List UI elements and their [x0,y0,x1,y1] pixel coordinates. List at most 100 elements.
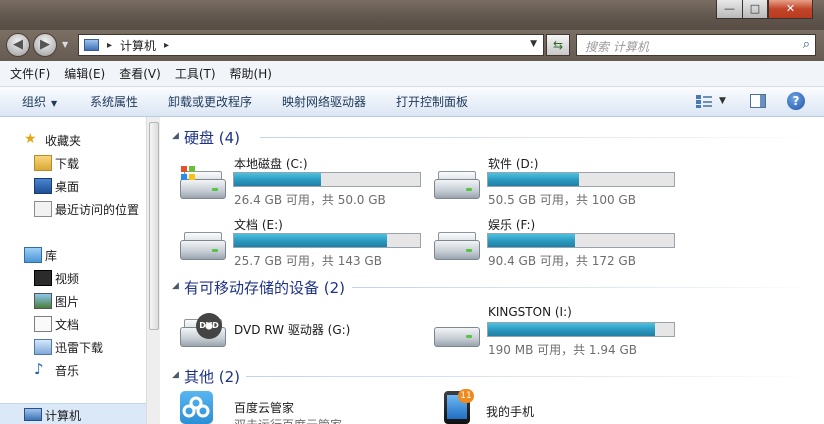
drive-item-d[interactable]: 软件 (D:) 50.5 GB 可用，共 100 GB [432,155,682,207]
video-icon [34,270,52,286]
navigation-pane: ★ 收藏夹 下载 桌面 最近访问的位置 库 视频 图片 文档 迅雷下载 ♪ 音乐… [0,117,146,424]
open-control-panel-button[interactable]: 打开控制面板 [396,87,468,117]
group-title-removable[interactable]: 有可移动存储的设备 (2) [184,277,345,298]
removable-drive-icon [432,317,480,355]
usage-bar [487,172,675,187]
sidebar-item-thunder-downloads[interactable]: 迅雷下载 [0,336,146,358]
drive-item-c[interactable]: 本地磁盘 (C:) 26.4 GB 可用，共 50.0 GB [178,155,421,207]
menu-edit[interactable]: 编辑(E) [64,65,105,82]
uninstall-program-button[interactable]: 卸载或更改程序 [168,87,252,117]
dvd-drive-icon: DVD [178,313,226,351]
star-icon: ★ [24,131,37,147]
sidebar-label: 文档 [55,318,80,332]
baidu-cloud-icon [180,391,213,424]
sidebar-item-music[interactable]: ♪ 音乐 [0,359,146,381]
sidebar-favorites[interactable]: ★ 收藏夹 [0,129,146,151]
drive-name: 软件 (D:) [488,157,539,171]
menu-file[interactable]: 文件(F) [10,65,50,82]
sidebar-label: 视频 [55,272,80,286]
view-options-icon[interactable] [696,95,712,108]
notification-badge: 11 [458,389,474,403]
sidebar-item-recent[interactable]: 最近访问的位置 [0,198,146,220]
breadcrumb-computer[interactable]: 计算机 [120,37,156,54]
collapse-icon[interactable]: ◢ [172,131,179,141]
breadcrumb-separator[interactable]: ▸ [107,40,112,51]
collapse-icon[interactable]: ◢ [172,370,179,380]
minimize-button[interactable]: — [716,0,743,19]
back-button[interactable]: ◀ [6,33,30,57]
maximize-button[interactable]: □ [742,0,768,19]
drive-name: 文档 (E:) [234,218,283,232]
drive-free-space: 25.7 GB 可用，共 143 GB [234,254,382,268]
sidebar-item-videos[interactable]: 视频 [0,267,146,289]
nav-pane-scrollbar[interactable] [146,117,160,424]
group-title-other[interactable]: 其他 (2) [184,366,240,387]
sidebar-item-downloads[interactable]: 下载 [0,152,146,174]
group-divider [260,137,820,138]
organize-button[interactable]: 组织 ▼ [22,87,57,117]
preview-pane-icon[interactable] [750,94,766,108]
sidebar-item-desktop[interactable]: 桌面 [0,175,146,197]
drive-free-space: 26.4 GB 可用，共 50.0 GB [234,193,386,207]
app-item-baidu-cloud[interactable]: 百度云管家 双击运行百度云管家 [180,389,410,424]
sidebar-label: 音乐 [55,364,80,378]
hard-drive-icon [178,226,226,264]
desktop-icon [34,178,52,194]
usage-bar [487,322,675,337]
menu-tools[interactable]: 工具(T) [175,65,216,82]
sidebar-label: 下载 [55,157,80,171]
pictures-icon [34,293,52,309]
chevron-down-icon: ▼ [51,99,58,108]
view-dropdown-icon[interactable]: ▼ [719,96,726,106]
address-bar[interactable]: ▸ 计算机 ▸ ▼ [78,34,544,56]
sidebar-label: 桌面 [55,180,80,194]
forward-button[interactable]: ▶ [33,33,57,57]
group-title-hdd[interactable]: 硬盘 (4) [184,127,240,148]
drive-item-e[interactable]: 文档 (E:) 25.7 GB 可用，共 143 GB [178,216,421,268]
drive-item-kingston[interactable]: KINGSTON (I:) 190 MB 可用，共 1.94 GB [432,305,682,357]
menu-help[interactable]: 帮助(H) [230,65,272,82]
usage-bar [233,233,421,248]
drive-item-f[interactable]: 娱乐 (F:) 90.4 GB 可用，共 172 GB [432,216,682,268]
close-button[interactable]: ✕ [768,0,813,19]
sidebar-label: 最近访问的位置 [55,203,140,217]
content-area: ◢ 硬盘 (4) 本地磁盘 (C:) 26.4 GB 可用，共 50.0 GB … [160,117,824,424]
sidebar-item-documents[interactable]: 文档 [0,313,146,335]
documents-icon [34,316,52,332]
drive-free-space: 90.4 GB 可用，共 172 GB [488,254,636,268]
drive-free-space: 50.5 GB 可用，共 100 GB [488,193,636,207]
drive-name: DVD RW 驱动器 (G:) [234,323,351,337]
back-arrow-icon: ◀ [13,37,23,52]
group-divider [352,287,820,288]
sidebar-item-pictures[interactable]: 图片 [0,290,146,312]
sidebar-label: 库 [45,249,58,263]
help-icon[interactable]: ? [787,92,805,110]
system-properties-button[interactable]: 系统属性 [90,87,138,117]
map-network-drive-button[interactable]: 映射网络驱动器 [282,87,366,117]
drive-name: KINGSTON (I:) [488,305,572,319]
search-input[interactable]: 搜索 计算机 ⌕ [576,34,816,56]
music-icon: ♪ [34,360,44,378]
sidebar-label: 收藏夹 [45,134,82,148]
recent-pages-chevron-icon[interactable]: ▼ [62,40,68,49]
sidebar-label: 计算机 [45,409,82,423]
app-description: 双击运行百度云管家 [234,416,342,424]
menu-view[interactable]: 查看(V) [119,65,161,82]
thunder-download-icon [34,339,52,355]
usage-bar [233,172,421,187]
drive-name: 娱乐 (F:) [488,218,536,232]
search-icon[interactable]: ⌕ [803,37,810,52]
sidebar-item-computer[interactable]: 计算机 [0,403,146,424]
drive-item-dvd[interactable]: DVD DVD RW 驱动器 (G:) [178,305,408,357]
app-item-my-phone[interactable]: 11 我的手机 [444,389,674,424]
refresh-button[interactable]: ⇆ [546,34,570,56]
collapse-icon[interactable]: ◢ [172,281,179,291]
scrollbar-thumb[interactable] [149,122,159,330]
address-dropdown-icon[interactable]: ▼ [530,39,537,49]
sidebar-libraries[interactable]: 库 [0,244,146,266]
refresh-icon: ⇆ [552,38,564,52]
group-divider [246,376,820,377]
command-bar: 组织 ▼ 系统属性 卸载或更改程序 映射网络驱动器 打开控制面板 ▼ ? [0,87,824,117]
windows-drive-icon [178,165,226,203]
breadcrumb-separator[interactable]: ▸ [164,40,169,51]
